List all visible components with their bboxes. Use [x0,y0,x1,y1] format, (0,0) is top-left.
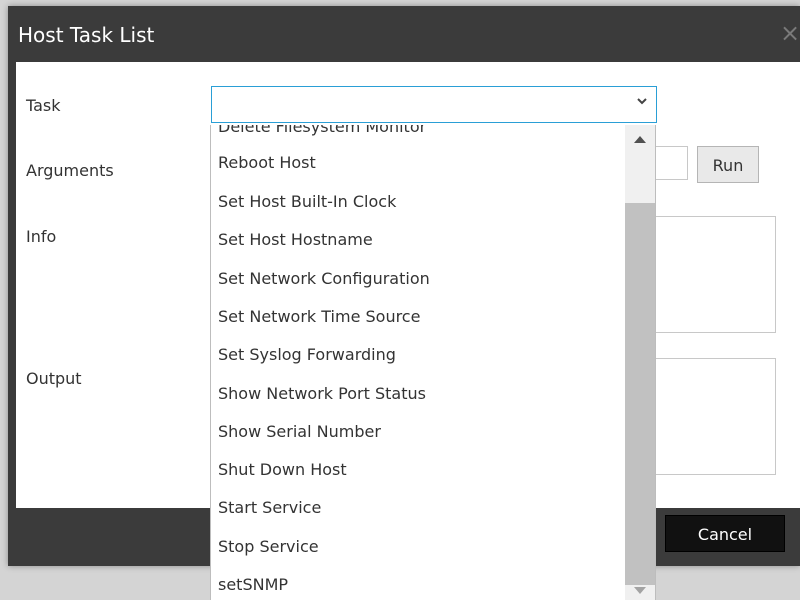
dropdown-option[interactable]: Set Network Configuration [218,268,430,290]
dropdown-option-partial[interactable]: Delete Filesystem Monitor [218,125,426,138]
cancel-button[interactable]: Cancel [665,515,785,552]
run-button[interactable]: Run [697,146,759,183]
scroll-down-arrow-icon[interactable] [634,587,646,594]
dropdown-option[interactable]: Shut Down Host [218,459,347,481]
dropdown-scrollbar[interactable] [625,125,655,600]
dropdown-option[interactable]: Reboot Host [218,152,316,174]
task-dropdown-list[interactable]: Delete Filesystem Monitor Reboot Host Se… [210,125,656,600]
info-label: Info [26,227,57,246]
info-textarea[interactable] [656,216,776,333]
dropdown-option[interactable]: Set Network Time Source [218,306,420,328]
dropdown-option[interactable]: setSNMP [218,574,288,596]
dropdown-option[interactable]: Set Host Hostname [218,229,373,251]
task-label: Task [26,96,61,115]
scrollbar-thumb[interactable] [625,203,655,585]
dropdown-option[interactable]: Stop Service [218,536,319,558]
dialog-title: Host Task List [18,23,155,47]
output-textarea[interactable] [656,358,776,475]
dropdown-option[interactable]: Set Syslog Forwarding [218,344,396,366]
close-icon[interactable]: × [780,20,800,46]
arguments-input[interactable] [656,146,688,180]
arguments-label: Arguments [26,161,114,180]
dropdown-option[interactable]: Show Network Port Status [218,383,426,405]
dialog-titlebar: Host Task List × [8,6,800,62]
dropdown-option[interactable]: Set Host Built-In Clock [218,191,396,213]
dropdown-option[interactable]: Show Serial Number [218,421,381,443]
task-select[interactable] [211,86,657,123]
chevron-down-icon [636,95,648,111]
output-label: Output [26,369,82,388]
scroll-up-arrow-icon[interactable] [634,136,646,143]
dropdown-option[interactable]: Start Service [218,497,321,519]
